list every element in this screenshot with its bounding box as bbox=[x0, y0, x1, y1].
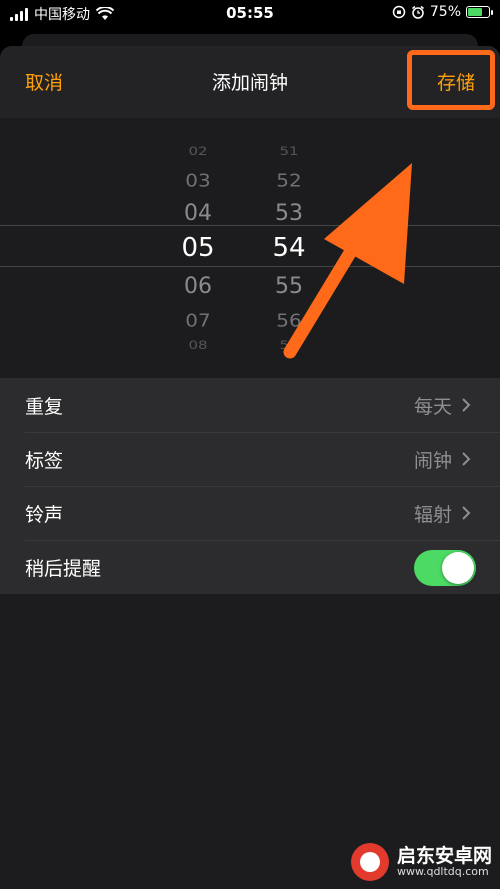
watermark: 启东安卓网 www.qdltdq.com bbox=[350, 843, 492, 881]
watermark-url: www.qdltdq.com bbox=[396, 865, 489, 879]
watermark-logo-icon bbox=[350, 843, 389, 881]
annotation-arrow-icon bbox=[283, 163, 412, 359]
watermark-name: 启东安卓网 bbox=[396, 844, 492, 867]
